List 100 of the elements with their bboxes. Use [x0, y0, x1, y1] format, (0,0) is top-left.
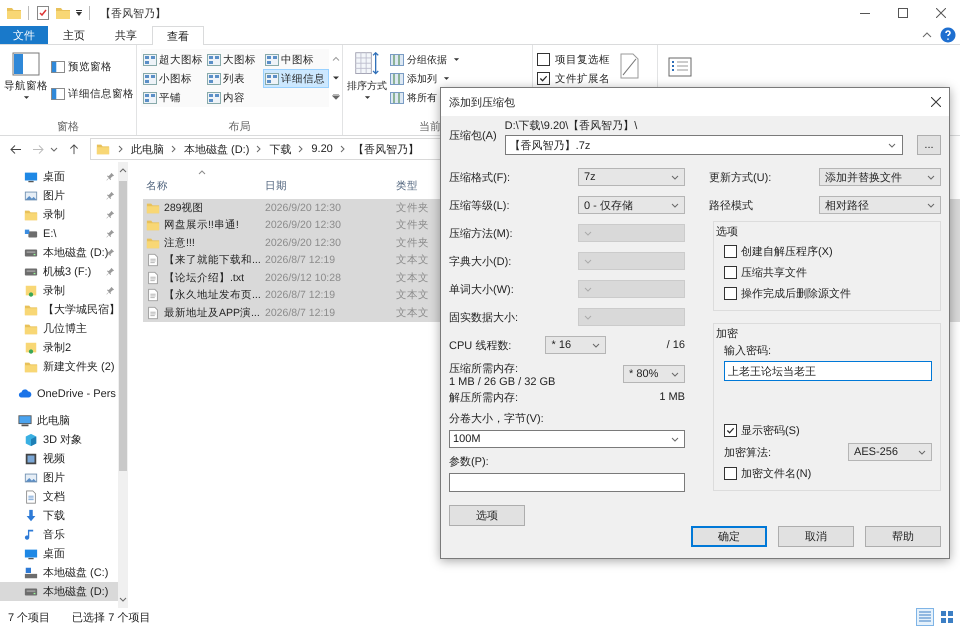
nav-item[interactable]: 桌面 — [0, 167, 118, 186]
item-count: 7 个项目 — [8, 610, 50, 624]
nav-item[interactable]: 视频 — [0, 449, 118, 468]
ribbon-tab[interactable]: 主页 — [48, 26, 100, 44]
help-icon[interactable] — [940, 27, 956, 43]
checkbox[interactable] — [724, 467, 737, 480]
nav-item[interactable]: 文档 — [0, 487, 118, 506]
dropdown[interactable]: AES-256 — [848, 443, 932, 461]
dropdown[interactable]: * 80% — [623, 365, 685, 383]
nav-item[interactable]: 下载 — [0, 506, 118, 525]
breadcrumb[interactable]: 【香风智乃】 — [352, 142, 419, 156]
caret-icon[interactable] — [75, 9, 83, 17]
grid-view-icon[interactable] — [938, 608, 956, 626]
nav-item[interactable]: 【大学城民宿】 — [0, 300, 118, 319]
nav-item[interactable]: 机械3 (F:) — [0, 262, 118, 281]
scroll-up-icon[interactable] — [332, 56, 340, 62]
nav-item[interactable]: 音乐 — [0, 525, 118, 544]
field-label: 压缩包(A) — [449, 128, 497, 144]
layout-option[interactable]: 详细信息 — [263, 69, 329, 88]
navigation-pane-button[interactable]: 导航窗格 — [4, 49, 48, 102]
nav-item[interactable]: 本地磁盘 (D:) — [0, 582, 118, 601]
dialog-button[interactable]: 帮助 — [865, 526, 941, 547]
nav-item[interactable]: 3D 对象 — [0, 430, 118, 449]
folder-icon — [6, 5, 22, 21]
layout-option[interactable]: 大图标 — [205, 50, 263, 69]
layout-option[interactable]: 列表 — [205, 69, 263, 88]
dropdown[interactable]: * 16 — [545, 336, 606, 354]
scrollbar[interactable] — [118, 162, 128, 608]
view-option-button[interactable]: 分组依据 — [390, 50, 460, 69]
nav-item[interactable]: 录制2 — [0, 338, 118, 357]
checkbox[interactable] — [724, 424, 737, 437]
nav-item[interactable]: 此电脑 — [0, 411, 118, 430]
nav-item[interactable]: 本地磁盘 (D:) — [0, 243, 118, 262]
volume-size-field[interactable]: 100M — [449, 430, 685, 448]
ribbon-tab[interactable]: 文件 — [0, 26, 48, 44]
checkbox[interactable] — [537, 53, 550, 66]
collapse-ribbon-icon[interactable] — [922, 32, 932, 38]
back-arrow-icon[interactable] — [10, 144, 22, 154]
pane-button[interactable]: 详细信息窗格 — [51, 84, 134, 103]
up-arrow-icon[interactable] — [68, 144, 80, 154]
nav-item[interactable]: 录制 — [0, 281, 118, 300]
dropdown[interactable]: 0 - 仅存储 — [578, 196, 685, 214]
breadcrumb[interactable]: 本地磁盘 (D:) — [184, 142, 250, 156]
nav-item[interactable]: 新建文件夹 (2) — [0, 357, 118, 376]
nav-item[interactable]: E:\ — [0, 224, 118, 243]
password-field[interactable]: 上老王论坛当老王 — [724, 361, 932, 381]
chevron-icon — [298, 145, 304, 153]
layout-option[interactable]: 小图标 — [141, 69, 205, 88]
scroll-down-icon[interactable] — [119, 597, 127, 602]
caret-icon — [453, 57, 460, 62]
column-header[interactable]: 日期 — [265, 179, 396, 193]
view-icon — [207, 72, 221, 84]
checkbox[interactable] — [724, 245, 737, 258]
scroll-up-icon[interactable] — [119, 168, 127, 173]
options-button[interactable]: 选项 — [449, 505, 525, 526]
nav-item[interactable]: 几位博主 — [0, 319, 118, 338]
close-icon[interactable] — [931, 97, 941, 107]
caret-icon[interactable] — [50, 146, 58, 152]
properties-icon[interactable] — [35, 5, 51, 21]
nav-item[interactable]: 图片 — [0, 468, 118, 487]
column-header[interactable]: 名称 — [143, 179, 265, 193]
checkbox[interactable] — [724, 266, 737, 279]
file-date: 2026/8/7 12:19 — [265, 306, 336, 319]
dialog-button[interactable]: 确定 — [691, 526, 767, 547]
layout-option[interactable]: 超大图标 — [141, 50, 205, 69]
expand-icon[interactable] — [332, 94, 340, 100]
options-icon[interactable] — [668, 57, 692, 77]
view-option-button[interactable]: 添加列 — [390, 69, 460, 88]
nav-item[interactable]: 录制 — [0, 205, 118, 224]
sort-by-button[interactable]: 排序方式 — [347, 49, 387, 102]
checkbox[interactable] — [724, 287, 737, 300]
layout-option[interactable]: 内容 — [205, 88, 263, 107]
dropdown[interactable]: 7z — [578, 168, 685, 186]
breadcrumb[interactable]: 下载 — [269, 142, 292, 156]
file-type: 文本文 — [396, 288, 429, 302]
caret-icon[interactable] — [332, 74, 340, 81]
nav-item[interactable]: 图片 — [0, 186, 118, 205]
dropdown[interactable]: 添加并替换文件 — [819, 168, 941, 186]
pane-layout-icon — [51, 60, 65, 72]
hide-items-icon[interactable] — [619, 53, 639, 79]
layout-option[interactable]: 中图标 — [263, 50, 329, 69]
nav-item[interactable]: OneDrive - Pers — [0, 384, 118, 403]
nav-item[interactable]: 桌面 — [0, 544, 118, 563]
ribbon-tab[interactable]: 查看 — [152, 26, 204, 45]
browse-button[interactable]: ... — [917, 135, 941, 155]
breadcrumb[interactable]: 此电脑 — [131, 142, 164, 156]
archive-name-field[interactable]: 【香风智乃】.7z — [504, 135, 903, 155]
nav-item[interactable]: 本地磁盘 (C:) — [0, 563, 118, 582]
window-title: 【香风智乃】 — [100, 6, 166, 20]
dropdown[interactable]: 相对路径 — [819, 196, 941, 214]
ribbon-tab[interactable]: 共享 — [100, 26, 152, 44]
layout-option[interactable]: 平铺 — [141, 88, 205, 107]
caret-icon — [671, 202, 679, 208]
dialog-button[interactable]: 取消 — [778, 526, 854, 547]
view-icon — [207, 54, 221, 66]
parameters-field[interactable] — [449, 473, 685, 492]
breadcrumb[interactable]: 9.20 — [311, 143, 333, 155]
checkbox[interactable] — [537, 72, 550, 85]
details-view-icon[interactable] — [916, 608, 934, 626]
pane-button[interactable]: 预览窗格 — [51, 57, 134, 76]
